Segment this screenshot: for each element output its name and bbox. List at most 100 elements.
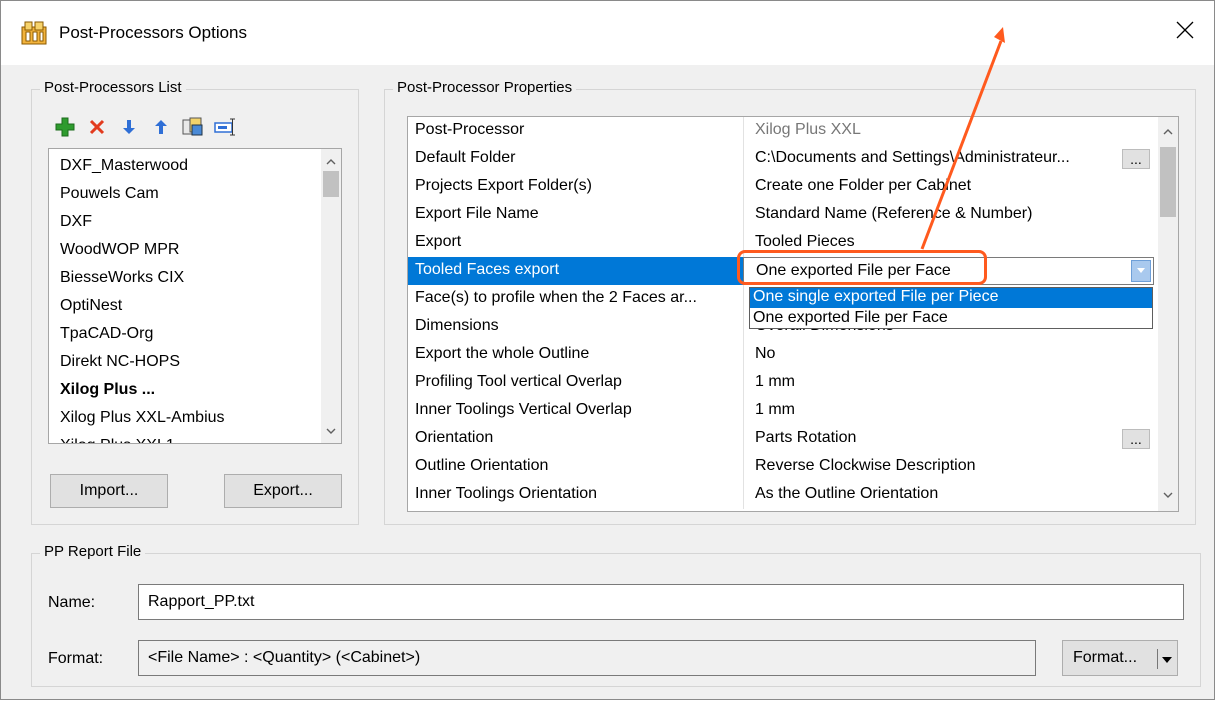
column-divider [743, 397, 744, 425]
name-input[interactable]: Rapport_PP.txt [138, 584, 1184, 620]
move-down-icon[interactable] [118, 116, 140, 138]
scroll-down-icon[interactable] [1158, 485, 1178, 505]
browse-button[interactable]: ... [1122, 149, 1150, 169]
divider [1157, 649, 1158, 669]
format-button-label: Format... [1073, 649, 1138, 666]
property-value: C:\Documents and Settings\Administrateur… [755, 149, 1070, 166]
post-processor-properties-group: Post-Processor Properties Post-Processor… [384, 79, 1196, 525]
property-name: Profiling Tool vertical Overlap [415, 373, 622, 390]
format-label: Format: [48, 650, 104, 667]
property-name: Default Folder [415, 149, 516, 166]
property-row[interactable]: Default Folder C:\Documents and Settings\… [408, 145, 1154, 173]
format-split-button[interactable]: Format... [1062, 640, 1178, 676]
import-button[interactable]: Import... [50, 474, 168, 508]
property-value: Tooled Pieces [755, 233, 855, 250]
title-bar: Post-Processors Options [1, 1, 1214, 65]
post-processors-options-dialog: Post-Processors Options Post-Processors … [0, 0, 1215, 700]
list-item[interactable]: Xilog Plus XXL-Ambius [60, 409, 225, 427]
list-item[interactable]: Pouwels Cam [60, 185, 159, 203]
dropdown-option[interactable]: One single exported File per Piece [750, 288, 1152, 308]
property-name: Orientation [415, 429, 494, 446]
column-divider [743, 173, 744, 201]
move-up-icon[interactable] [150, 116, 172, 138]
column-divider [743, 201, 744, 229]
column-divider [743, 369, 744, 397]
scroll-up-icon[interactable] [321, 151, 341, 171]
delete-icon[interactable] [86, 116, 108, 138]
property-name: Export [415, 233, 462, 250]
chevron-down-icon[interactable] [1131, 260, 1151, 282]
group-label: PP Report File [40, 543, 146, 560]
list-toolbar [54, 114, 236, 140]
scroll-thumb[interactable] [323, 171, 339, 197]
property-name: Projects Export Folder(s) [415, 177, 592, 194]
property-name: Dimensions [415, 317, 499, 334]
property-value: Reverse Clockwise Description [755, 457, 976, 474]
chevron-down-icon[interactable] [1162, 651, 1172, 669]
property-name: Post-Processor [415, 121, 525, 138]
column-divider [743, 285, 744, 313]
duplicate-icon[interactable] [182, 116, 204, 138]
format-value: <File Name> : <Quantity> (<Cabinet>) [148, 649, 421, 666]
property-row[interactable]: Inner Toolings Vertical Overlap 1 mm [408, 397, 1154, 425]
column-divider [743, 341, 744, 369]
property-name: Export File Name [415, 205, 539, 222]
list-item[interactable]: DXF_Masterwood [60, 157, 188, 175]
list-item[interactable]: TpaCAD-Org [60, 325, 153, 343]
list-item[interactable]: BiesseWorks CIX [60, 269, 184, 287]
property-row[interactable]: Export the whole Outline No [408, 341, 1154, 369]
add-icon[interactable] [54, 116, 76, 138]
property-row[interactable]: Export File Name Standard Name (Reference… [408, 201, 1154, 229]
tooled-faces-dropdown-list: One single exported File per Piece One e… [749, 287, 1153, 329]
scroll-up-icon[interactable] [1158, 121, 1178, 141]
property-name: Export the whole Outline [415, 345, 590, 362]
column-divider [743, 313, 744, 341]
list-item[interactable]: OptiNest [60, 297, 122, 315]
group-label: Post-Processor Properties [393, 79, 577, 96]
grid-scrollbar[interactable] [1158, 117, 1178, 511]
property-row[interactable]: Post-Processor Xilog Plus XXL [408, 117, 1154, 145]
property-row[interactable]: Projects Export Folder(s) Create one Fold… [408, 173, 1154, 201]
format-input[interactable]: <File Name> : <Quantity> (<Cabinet>) [138, 640, 1036, 676]
property-name: Inner Toolings Vertical Overlap [415, 401, 632, 418]
scroll-down-icon[interactable] [321, 421, 341, 441]
property-row[interactable]: Profiling Tool vertical Overlap 1 mm [408, 369, 1154, 397]
name-value: Rapport_PP.txt [148, 593, 255, 610]
browse-button[interactable]: ... [1122, 429, 1150, 449]
app-icon [21, 21, 47, 45]
column-divider [743, 453, 744, 481]
list-scrollbar[interactable] [321, 149, 341, 443]
property-value: 1 mm [755, 373, 795, 390]
property-name: Tooled Faces export [415, 261, 560, 278]
close-icon[interactable] [1170, 15, 1200, 45]
pp-report-file-group: PP Report File Name: Rapport_PP.txt Form… [31, 543, 1201, 687]
property-value: Create one Folder per Cabinet [755, 177, 972, 194]
column-divider [743, 117, 744, 145]
list-item[interactable]: Xilog Plus XXL1 [60, 437, 175, 443]
column-divider [743, 145, 744, 173]
property-row[interactable]: Orientation Parts Rotation... [408, 425, 1154, 453]
post-processor-listbox[interactable]: DXF_Masterwood Pouwels Cam DXF WoodWOP MPR B… [48, 148, 342, 444]
property-row[interactable]: Outline Orientation Reverse Clockwise Des… [408, 453, 1154, 481]
name-label: Name: [48, 594, 96, 611]
column-divider [743, 425, 744, 453]
properties-grid: Post-Processor Xilog Plus XXL Default Fold… [407, 116, 1179, 512]
window-title: Post-Processors Options [59, 23, 248, 42]
list-item[interactable]: Xilog Plus ... [60, 381, 155, 399]
property-value: As the Outline Orientation [755, 485, 939, 502]
dropdown-option[interactable]: One exported File per Face [750, 309, 1152, 329]
list-item[interactable]: DXF [60, 213, 92, 231]
list-item[interactable]: WoodWOP MPR [60, 241, 179, 259]
column-divider [743, 481, 744, 509]
list-item[interactable]: Direkt NC-HOPS [60, 353, 180, 371]
property-row[interactable]: Inner Toolings Orientation As the Outline… [408, 481, 1154, 509]
scroll-thumb[interactable] [1160, 147, 1176, 217]
property-value: Xilog Plus XXL [755, 121, 861, 138]
property-value: Parts Rotation [755, 429, 857, 446]
rename-icon[interactable] [214, 116, 236, 138]
property-value: No [755, 345, 776, 362]
annotation-highlight-box [737, 250, 987, 285]
export-button[interactable]: Export... [224, 474, 342, 508]
property-name: Outline Orientation [415, 457, 549, 474]
property-name: Inner Toolings Orientation [415, 485, 598, 502]
